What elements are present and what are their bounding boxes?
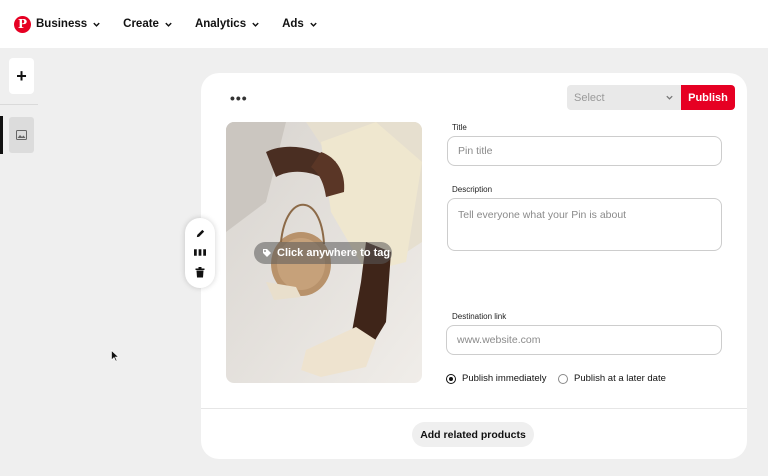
publish-later-label: Publish at a later date xyxy=(574,373,666,384)
add-pin-button[interactable]: + xyxy=(9,58,34,94)
destination-link-placeholder: www.website.com xyxy=(457,334,541,346)
publish-immediately-option[interactable]: Publish immediately xyxy=(446,373,546,384)
layout-icon xyxy=(194,249,206,257)
create-menu[interactable]: Create xyxy=(123,18,173,30)
title-label: Title xyxy=(452,123,467,132)
pin-builder-card: ••• Select Publish Click anywhere to tag… xyxy=(185,73,747,459)
tag-prompt[interactable]: Click anywhere to tag xyxy=(254,242,392,264)
create-menu-label: Create xyxy=(123,18,159,30)
publish-immediately-label: Publish immediately xyxy=(462,373,547,384)
delete-button[interactable] xyxy=(194,266,206,278)
analytics-menu-label: Analytics xyxy=(194,18,247,30)
board-select[interactable]: Select xyxy=(567,85,681,110)
ads-menu[interactable]: Ads xyxy=(282,18,318,30)
destination-link-input[interactable]: www.website.com xyxy=(446,325,722,355)
trash-icon xyxy=(195,266,205,278)
image-tools xyxy=(185,218,215,288)
description-input[interactable]: Tell everyone what your Pin is about xyxy=(447,198,722,251)
business-menu[interactable]: P Business xyxy=(14,15,101,33)
draft-thumbnail[interactable] xyxy=(9,117,34,153)
chevron-down-icon xyxy=(93,22,100,27)
title-placeholder: Pin title xyxy=(458,145,493,157)
layout-button[interactable] xyxy=(194,247,206,259)
top-nav-bar: P Business Create Analytics Ads xyxy=(0,0,768,48)
chevron-down-icon xyxy=(252,22,259,27)
chevron-down-icon xyxy=(310,22,317,27)
publish-later-option[interactable]: Publish at a later date xyxy=(558,373,666,384)
add-related-products-button[interactable]: Add related products xyxy=(412,422,534,447)
active-draft-indicator xyxy=(0,116,3,154)
chevron-down-icon xyxy=(666,95,673,100)
description-label: Description xyxy=(452,185,493,194)
radio-unselected[interactable] xyxy=(558,373,568,384)
tag-prompt-label: Click anywhere to tag xyxy=(277,247,391,259)
analytics-menu[interactable]: Analytics xyxy=(195,18,260,30)
card-divider xyxy=(201,408,747,409)
destination-link-label: Destination link xyxy=(452,312,507,321)
more-options-button[interactable]: ••• xyxy=(230,90,248,106)
description-placeholder: Tell everyone what your Pin is about xyxy=(458,209,627,221)
sidebar-divider xyxy=(0,104,38,105)
board-select-value: Select xyxy=(574,91,605,104)
cursor-icon xyxy=(111,350,119,362)
pencil-icon xyxy=(196,229,204,238)
title-input[interactable]: Pin title xyxy=(447,136,722,166)
image-icon xyxy=(16,130,27,140)
tag-icon xyxy=(263,249,271,257)
edit-button[interactable] xyxy=(194,228,206,240)
radio-selected[interactable] xyxy=(446,373,456,384)
pin-image[interactable]: Click anywhere to tag xyxy=(226,122,422,383)
chevron-down-icon xyxy=(165,22,172,27)
ads-menu-label: Ads xyxy=(282,18,304,30)
pinterest-logo-icon[interactable]: P xyxy=(14,15,31,33)
publish-button[interactable]: Publish xyxy=(681,85,735,110)
business-menu-label: Business xyxy=(36,18,88,30)
